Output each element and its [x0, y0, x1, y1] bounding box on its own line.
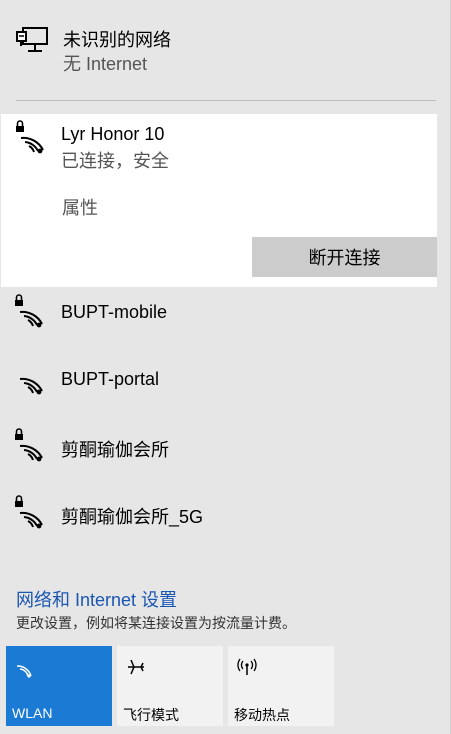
ethernet-title: 未识别的网络 [63, 30, 171, 50]
network-settings-link[interactable]: 网络和 Internet 设置 [16, 586, 177, 612]
network-name: BUPT-mobile [61, 302, 168, 322]
ethernet-status: 无 Internet [63, 54, 148, 74]
active-network-name: Lyr Honor 10 [61, 124, 165, 144]
ethernet-connection[interactable]: 未识别的网络 无 Internet [0, 0, 451, 100]
airplane-mode-tile[interactable]: 飞行模式 [117, 646, 223, 726]
network-item[interactable]: BUPT-mobile [0, 280, 451, 346]
disconnect-button[interactable]: 断开连接 [252, 237, 437, 277]
network-name: 剪酮瑜伽会所 [61, 440, 169, 460]
ethernet-monitor-icon [16, 27, 48, 52]
network-flyout: 未识别的网络 无 Internet Lyr Honor 10 已连接，安全 属性… [0, 0, 451, 734]
tile-label: WLAN [12, 705, 53, 721]
active-network-card[interactable]: Lyr Honor 10 已连接，安全 属性 断开连接 [1, 114, 437, 287]
secured-wifi-icon [15, 294, 43, 328]
network-name: 剪酮瑜伽会所_5G [61, 507, 204, 527]
tile-label: 移动热点 [234, 707, 290, 723]
network-name: BUPT-portal [61, 369, 160, 389]
network-settings-description: 更改设置，例如将某连接设置为按流量计费。 [16, 615, 296, 631]
divider [16, 100, 436, 101]
wlan-toggle-tile[interactable]: WLAN [6, 646, 112, 726]
network-item[interactable]: 剪酮瑜伽会所 [0, 414, 451, 480]
active-network-status: 已连接，安全 [61, 151, 169, 171]
network-item[interactable]: 剪酮瑜伽会所_5G [0, 481, 451, 547]
secured-wifi-icon [15, 428, 43, 462]
secured-wifi-icon [16, 120, 44, 154]
tile-label: 飞行模式 [123, 707, 179, 723]
airplane-icon [128, 659, 144, 675]
properties-link[interactable]: 属性 [62, 194, 98, 220]
network-item[interactable]: BUPT-portal [0, 347, 451, 413]
mobile-hotspot-tile[interactable]: 移动热点 [228, 646, 334, 726]
wifi-icon [19, 377, 43, 395]
wifi-icon [16, 665, 32, 678]
hotspot-icon [237, 658, 257, 675]
secured-wifi-icon [15, 495, 43, 529]
